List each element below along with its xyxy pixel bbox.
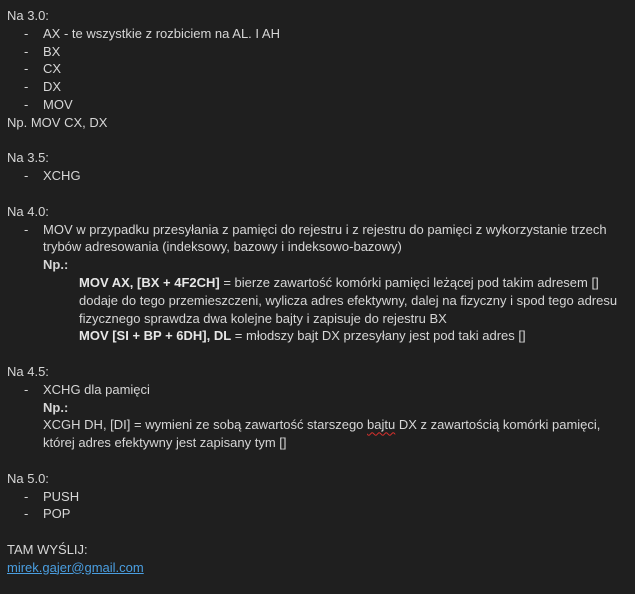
list-item: - MOV w przypadku przesyłania z pamięci d… [24,221,607,255]
heading-4-5: Na 4.5: [7,363,49,379]
list-item: - POP [24,506,71,522]
example-xcgh: XCGH DH, [DI] = wymieni ze sobą zawartoś… [43,417,601,451]
list-item: - MOV [24,96,73,112]
list-item: - CX [24,61,62,77]
np-label: Np.: [43,399,69,415]
example-mov-ax: MOV AX, [BX + 4F2CH] = bierze zawartość … [79,274,618,326]
list-item: - XCHG dla pamięci [24,381,150,397]
document-body: Na 3.0: - AX - te wszystkie z rozbiciem n… [7,7,629,577]
example-mov-si: MOV [SI + BP + 6DH], DL = młodszy bajt D… [79,328,526,344]
list-item: - BX [24,43,61,59]
heading-3-5: Na 3.5: [7,150,49,166]
email-link[interactable]: mirek.gajer@gmail.com [7,559,629,577]
example-3-0: Np. MOV CX, DX [7,114,108,130]
heading-4-0: Na 4.0: [7,203,49,219]
spellcheck-word: bajtu [367,417,396,433]
list-item: - XCHG [24,168,81,184]
list-item: - DX [24,79,62,95]
np-label: Np.: [43,257,69,273]
list-item: - AX - te wszystkie z rozbiciem na AL. I … [24,25,280,41]
footer-label: TAM WYŚLIJ: [7,541,88,557]
heading-5-0: Na 5.0: [7,470,49,486]
list-item: - PUSH [24,488,80,504]
heading-3-0: Na 3.0: [7,8,49,23]
